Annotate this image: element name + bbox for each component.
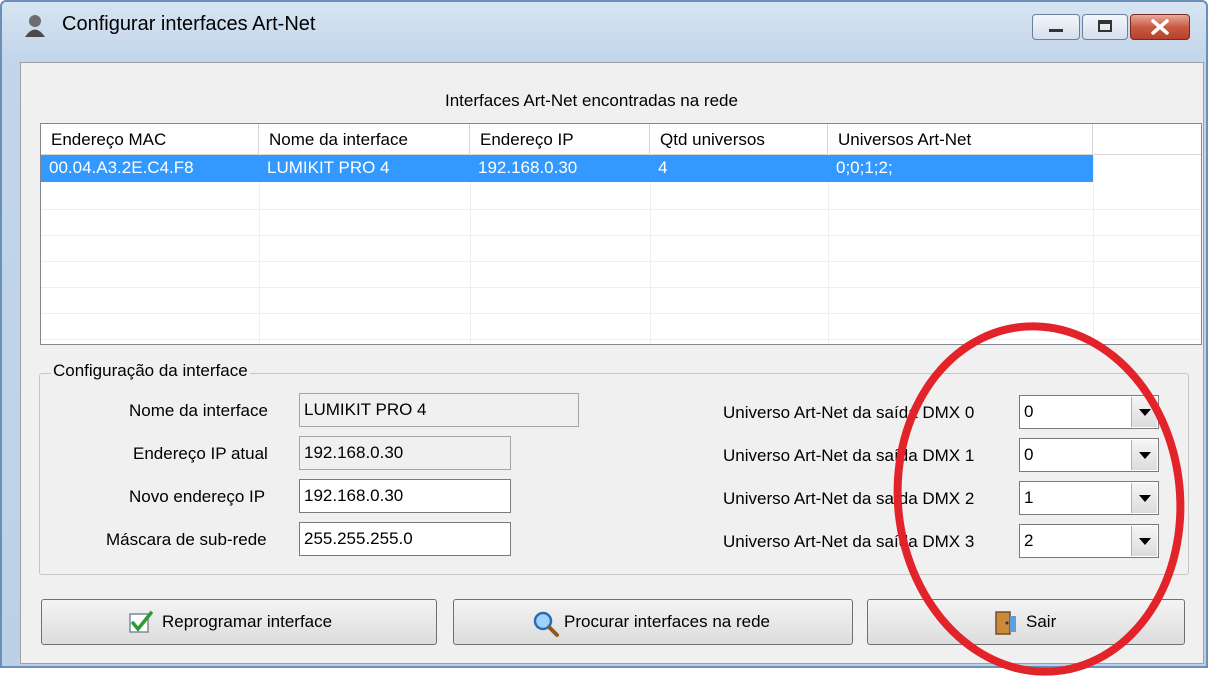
dmx0-label: Universo Art-Net da saída DMX 0 xyxy=(723,403,975,422)
chevron-down-icon[interactable] xyxy=(1131,483,1157,513)
reprogram-button[interactable]: Reprogramar interface xyxy=(41,599,437,645)
subnet-mask-input[interactable]: 255.255.255.0 xyxy=(299,522,511,556)
magnifier-icon xyxy=(533,611,559,637)
ip-label: Endereço IP atual xyxy=(133,444,268,463)
cell-universes-count: 4 xyxy=(658,158,668,177)
grid-line xyxy=(41,313,1201,314)
close-button[interactable] xyxy=(1130,14,1190,40)
table-row[interactable]: 00.04.A3.2E.C4.F8 LUMIKIT PRO 4 192.168.… xyxy=(41,155,1093,182)
close-icon xyxy=(1151,19,1169,35)
dialog-client: Interfaces Art-Net encontradas na rede E… xyxy=(20,62,1204,664)
door-exit-icon xyxy=(995,611,1016,635)
grid-line xyxy=(41,261,1201,262)
list-caption: Interfaces Art-Net encontradas na rede xyxy=(445,91,738,110)
grid-line xyxy=(259,154,260,344)
dmx1-label: Universo Art-Net da saída DMX 1 xyxy=(723,446,975,465)
exit-label: Sair xyxy=(1026,612,1057,631)
chevron-down-icon[interactable] xyxy=(1131,397,1157,427)
search-label: Procurar interfaces na rede xyxy=(564,612,770,631)
new-ip-input[interactable]: 192.168.0.30 xyxy=(299,479,511,513)
column-header-universes[interactable]: Universos Art-Net xyxy=(828,124,1093,154)
dmx2-label: Universo Art-Net da saída DMX 2 xyxy=(723,489,975,508)
interfaces-list[interactable]: Endereço MAC Nome da interface Endereço … xyxy=(40,123,1202,345)
column-header-ip[interactable]: Endereço IP xyxy=(470,124,650,154)
reprogram-label: Reprogramar interface xyxy=(162,612,333,631)
minimize-button[interactable] xyxy=(1032,14,1080,40)
config-group-title: Configuração da interface xyxy=(51,361,250,381)
column-header-universes-count[interactable]: Qtd universos xyxy=(650,124,828,154)
search-button[interactable]: Procurar interfaces na rede xyxy=(453,599,853,645)
chevron-down-icon[interactable] xyxy=(1131,440,1157,470)
column-header-name[interactable]: Nome da interface xyxy=(259,124,470,154)
dmx0-value: 0 xyxy=(1024,402,1034,421)
dmx1-value: 0 xyxy=(1024,445,1034,464)
app-user-icon xyxy=(25,15,45,37)
name-label: Nome da interface xyxy=(129,401,268,420)
dmx1-universe-select[interactable]: 0 xyxy=(1019,438,1159,472)
grid-line xyxy=(1093,154,1094,344)
column-header-mac[interactable]: Endereço MAC xyxy=(41,124,259,154)
window-title: Configurar interfaces Art-Net xyxy=(62,13,316,35)
grid-line xyxy=(41,339,1201,340)
cell-universes: 0;0;1;2; xyxy=(836,158,893,177)
cell-name: LUMIKIT PRO 4 xyxy=(267,158,390,177)
grid-line xyxy=(650,154,651,344)
new-ip-label: Novo endereço IP xyxy=(129,487,266,506)
dmx3-universe-select[interactable]: 2 xyxy=(1019,524,1159,558)
app-window: Configurar interfaces Art-Net Interfaces… xyxy=(0,0,1208,690)
checkmark-icon xyxy=(129,611,153,633)
dmx2-universe-select[interactable]: 1 xyxy=(1019,481,1159,515)
grid-line xyxy=(41,235,1201,236)
cell-ip: 192.168.0.30 xyxy=(478,158,578,177)
current-ip-field[interactable]: 192.168.0.30 xyxy=(299,436,511,470)
grid-line xyxy=(828,154,829,344)
title-bar[interactable]: Configurar interfaces Art-Net xyxy=(2,2,1206,48)
dmx3-label: Universo Art-Net da saída DMX 3 xyxy=(723,532,975,551)
dmx3-value: 2 xyxy=(1024,531,1034,550)
interface-name-field[interactable]: LUMIKIT PRO 4 xyxy=(299,393,579,427)
cell-mac: 00.04.A3.2E.C4.F8 xyxy=(49,158,194,177)
list-header: Endereço MAC Nome da interface Endereço … xyxy=(41,124,1201,155)
dmx0-universe-select[interactable]: 0 xyxy=(1019,395,1159,429)
maximize-icon xyxy=(1098,20,1112,32)
dmx2-value: 1 xyxy=(1024,488,1034,507)
maximize-button[interactable] xyxy=(1082,14,1128,40)
grid-line xyxy=(41,209,1201,210)
minimize-icon xyxy=(1049,29,1063,32)
mask-label: Máscara de sub-rede xyxy=(106,530,267,549)
chevron-down-icon[interactable] xyxy=(1131,526,1157,556)
exit-button[interactable]: Sair xyxy=(867,599,1185,645)
grid-line xyxy=(41,287,1201,288)
grid-line xyxy=(470,154,471,344)
